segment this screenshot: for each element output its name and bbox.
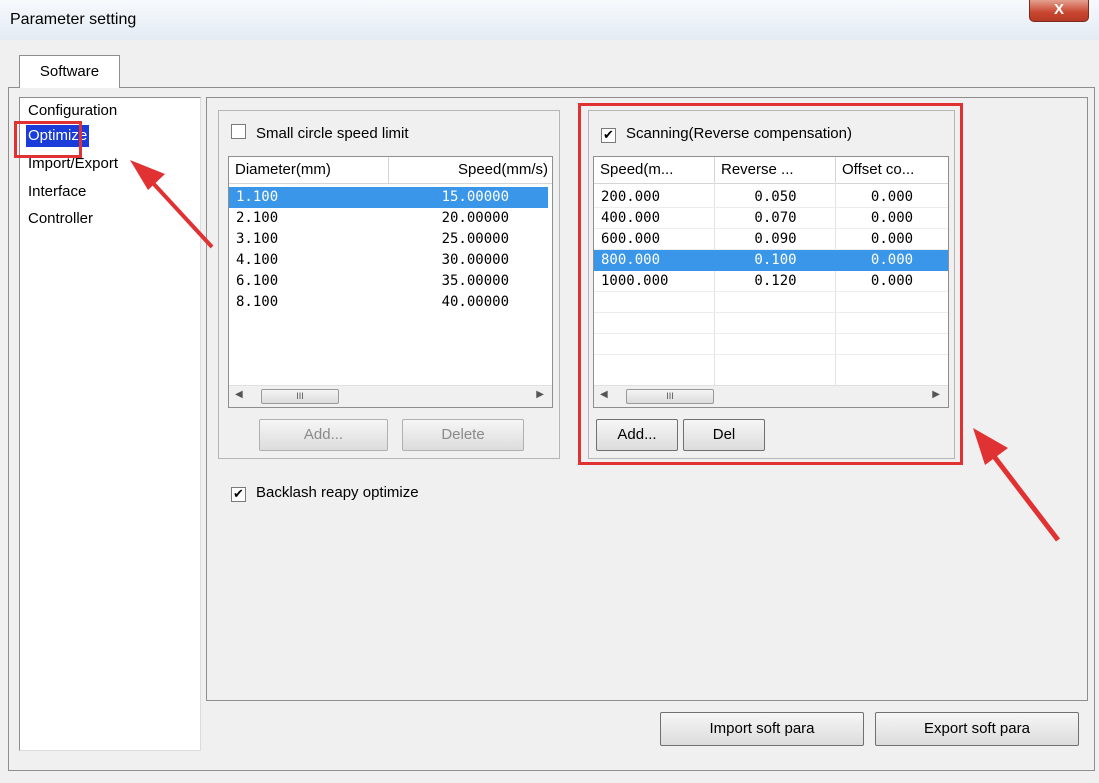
arrow-to-optimize-icon xyxy=(130,160,214,249)
annotation-arrows xyxy=(130,160,1060,542)
arrow-to-scanning-icon xyxy=(973,428,1060,542)
tab-software[interactable]: Software xyxy=(19,55,120,88)
